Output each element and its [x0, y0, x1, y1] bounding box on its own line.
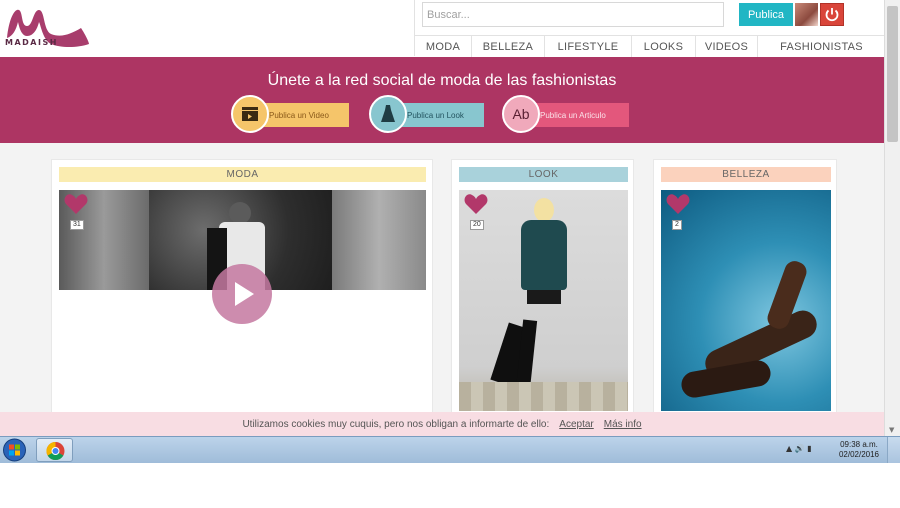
belleza-card[interactable]: BELLEZA 2: [653, 159, 837, 419]
play-icon: [235, 282, 254, 306]
main-nav: MODA BELLEZA LIFESTYLE LOOKS VIDEOS FASH…: [415, 35, 884, 57]
scroll-down-arrow[interactable]: ▼: [889, 426, 894, 434]
chrome-taskbar-button[interactable]: [36, 438, 73, 462]
card-tag-moda: MODA: [59, 167, 426, 182]
cookie-text: Utilizamos cookies muy cuquis, pero nos …: [242, 418, 550, 430]
heart-icon[interactable]: [464, 193, 488, 215]
top-bar: Publica MODA BELLEZA LIFESTYLE LOOKS VID…: [414, 0, 884, 57]
heart-icon[interactable]: [666, 193, 690, 215]
nav-looks[interactable]: LOOKS: [632, 36, 696, 57]
nav-belleza[interactable]: BELLEZA: [472, 36, 545, 57]
text-ab-icon: Ab: [502, 95, 540, 133]
like-count: 31: [70, 220, 84, 230]
clock-time: 09:38 a.m.: [840, 440, 878, 449]
show-desktop-button[interactable]: [887, 437, 900, 464]
logout-button[interactable]: [820, 3, 844, 26]
look-card[interactable]: LOOK 20: [451, 159, 634, 419]
publish-video-button[interactable]: Publica un Video: [231, 95, 351, 133]
power-icon: [825, 8, 839, 22]
logo-wordmark: MADAISH: [5, 38, 58, 47]
nav-videos[interactable]: VIDEOS: [696, 36, 758, 57]
screen: MADAISH Publica MODA BELLEZA LIFESTYLE L…: [0, 0, 900, 508]
start-button[interactable]: [1, 437, 28, 463]
system-clock[interactable]: 09:38 a.m. 02/02/2016: [836, 440, 882, 460]
clock-date: 02/02/2016: [838, 450, 880, 459]
search-input[interactable]: [422, 2, 724, 27]
moda-card[interactable]: MODA 31: [51, 159, 433, 419]
like-count: 2: [672, 220, 682, 230]
cookie-bar: Utilizamos cookies muy cuquis, pero nos …: [0, 412, 884, 436]
nav-fashionistas[interactable]: FASHIONISTAS: [758, 36, 884, 57]
heart-icon[interactable]: [64, 193, 88, 215]
play-button[interactable]: [212, 264, 272, 324]
scrollbar-thumb[interactable]: [887, 6, 898, 142]
nav-moda[interactable]: MODA: [415, 36, 472, 57]
publish-look-button[interactable]: Publica un Look: [369, 95, 485, 133]
cookie-more-link[interactable]: Más info: [604, 419, 642, 430]
join-banner: Únete a la red social de moda de las fas…: [0, 57, 884, 143]
like-count: 20: [470, 220, 484, 230]
user-avatar[interactable]: [795, 3, 818, 26]
dress-icon: [369, 95, 407, 133]
cookie-accept-link[interactable]: Aceptar: [559, 419, 593, 430]
publish-article-button[interactable]: Publica un Articulo Ab: [502, 95, 630, 133]
banner-title: Únete a la red social de moda de las fas…: [267, 72, 617, 89]
vertical-scrollbar[interactable]: ▼: [884, 0, 900, 436]
publica-button[interactable]: Publica: [739, 3, 793, 26]
card-tag-look: LOOK: [459, 167, 628, 182]
look-photo[interactable]: 20: [459, 190, 628, 411]
nav-lifestyle[interactable]: LIFESTYLE: [545, 36, 632, 57]
windows-taskbar: ▲ 🔊 ▮ 09:38 a.m. 02/02/2016: [0, 436, 900, 464]
clapperboard-icon: [231, 95, 269, 133]
belleza-photo[interactable]: 2: [661, 190, 831, 411]
chrome-icon: [46, 442, 65, 461]
blank-area: [0, 463, 900, 508]
card-tag-belleza: BELLEZA: [661, 167, 831, 182]
content-area: MODA 31 LOOK 20 BELLEZA 2: [0, 143, 884, 436]
browser-viewport: MADAISH Publica MODA BELLEZA LIFESTYLE L…: [0, 0, 884, 436]
system-tray-icons[interactable]: ▲ 🔊 ▮: [786, 444, 812, 453]
